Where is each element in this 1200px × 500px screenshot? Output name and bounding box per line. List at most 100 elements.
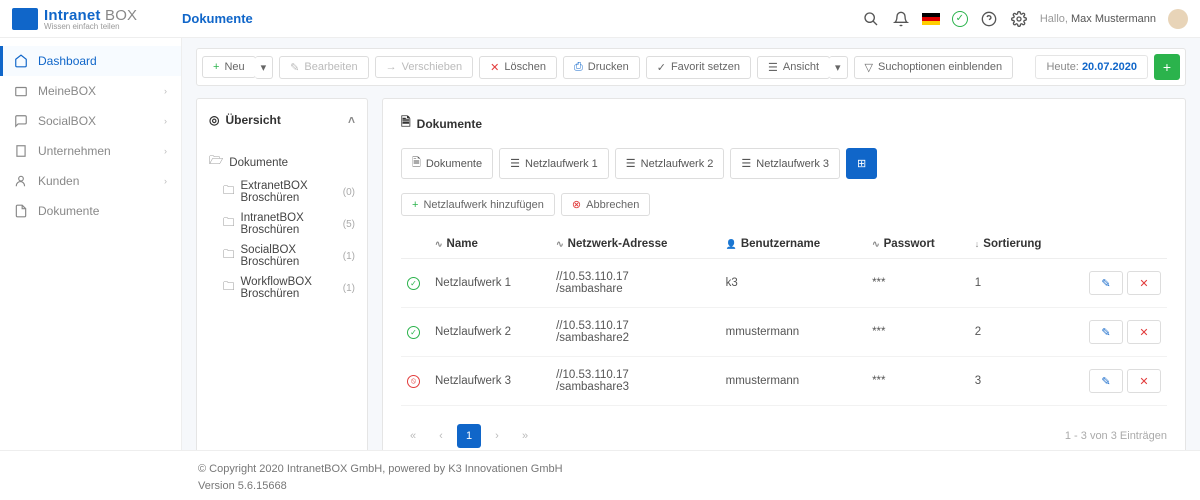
sidebar-item-unternehmen[interactable]: Unternehmen› — [0, 136, 181, 166]
sidebar-item-dashboard[interactable]: Dashboard — [0, 46, 181, 76]
sidebar-item-label: SocialBOX — [38, 114, 96, 128]
sort-icon: ∿ — [556, 239, 564, 249]
avatar[interactable] — [1168, 9, 1188, 29]
home-icon — [14, 54, 28, 68]
list-icon: ☰ — [741, 157, 751, 170]
folder-open-icon: 🗁 — [209, 153, 223, 172]
delete-row-button[interactable]: ✕ — [1127, 320, 1161, 344]
print-button[interactable]: ⎙Drucken — [563, 56, 640, 79]
plus-icon: + — [412, 199, 418, 211]
target-icon: ◎ — [209, 113, 219, 127]
search-icon[interactable] — [862, 10, 880, 28]
sidebar-item-socialbox[interactable]: SocialBOX › — [0, 106, 181, 136]
col-sort[interactable]: ↓Sortierung — [969, 230, 1077, 259]
folder-label: IntranetBOX Broschüren — [241, 212, 334, 236]
tab-netzlaufwerk-3[interactable]: ☰Netzlaufwerk 3 — [730, 148, 840, 179]
edit-button[interactable]: ✎Bearbeiten — [279, 56, 368, 79]
cancel-button[interactable]: ⊗Abbrechen — [561, 193, 650, 216]
pager-first[interactable]: « — [401, 424, 425, 448]
cell-password: *** — [866, 357, 969, 406]
list-icon: ☰ — [768, 61, 778, 74]
cell-user: k3 — [720, 259, 866, 308]
sidebar-item-meinebox[interactable]: MeineBOX› — [0, 76, 181, 106]
drives-table: ∿Name ∿Netzwerk-Adresse 👤Benutzername ∿P… — [401, 230, 1167, 406]
delete-row-button[interactable]: ✕ — [1127, 271, 1161, 295]
edit-row-button[interactable]: ✎ — [1089, 369, 1123, 393]
tree-panel: ◎ Übersicht ˄ 🗁 Dokumente 🗀 ExtranetBOX B… — [196, 98, 368, 450]
chevron-right-icon: › — [164, 176, 167, 186]
doc-header: 🗎 Dokumente — [401, 113, 1167, 134]
box-icon — [14, 84, 28, 98]
folder-icon: 🗀 — [223, 183, 235, 202]
add-widget-button[interactable]: + — [1154, 54, 1180, 80]
table-row: ⦸ Netzlaufwerk 3 //10.53.110.17 /sambash… — [401, 357, 1167, 406]
flag-de[interactable] — [922, 13, 940, 25]
date-pill: Heute: 20.07.2020 — [1035, 55, 1148, 79]
new-dropdown[interactable]: ▾ — [255, 56, 274, 79]
documents-panel: 🗎 Dokumente 🗎Dokumente☰Netzlaufwerk 1☰Ne… — [382, 98, 1186, 450]
logo-accent: BOX — [105, 7, 137, 24]
sidebar-item-label: Kunden — [38, 174, 79, 188]
cell-address: //10.53.110.17 /sambashare — [550, 259, 720, 308]
move-button[interactable]: →Verschieben — [375, 56, 474, 78]
folder-label: ExtranetBOX Broschüren — [241, 180, 334, 204]
tree-header[interactable]: ◎ Übersicht ˄ — [209, 113, 355, 139]
folder-count: (1) — [343, 283, 355, 294]
chevron-right-icon: › — [164, 116, 167, 126]
col-user[interactable]: 👤Benutzername — [720, 230, 866, 259]
tree-folder[interactable]: 🗀WorkflowBOX Broschüren(1) — [209, 272, 355, 304]
pager-prev[interactable]: ‹ — [429, 424, 453, 448]
tab-netzlaufwerk-2[interactable]: ☰Netzlaufwerk 2 — [615, 148, 725, 179]
search-options-button[interactable]: ▽Suchoptionen einblenden — [854, 56, 1014, 79]
x-icon: ✕ — [1139, 326, 1148, 339]
view-button[interactable]: ☰Ansicht — [757, 56, 830, 79]
col-address[interactable]: ∿Netzwerk-Adresse — [550, 230, 720, 259]
favorite-button[interactable]: ✓Favorit setzen — [646, 56, 751, 79]
pager-page-1[interactable]: 1 — [457, 424, 481, 448]
logo-icon — [12, 8, 38, 30]
pencil-square-icon: ✎ — [1101, 375, 1110, 388]
status-ok-icon[interactable]: ✓ — [952, 11, 968, 27]
version: Version 5.6.15668 — [198, 478, 1186, 495]
sidebar-item-dokumente[interactable]: Dokumente — [0, 196, 181, 226]
folder-label: WorkflowBOX Broschüren — [241, 276, 334, 300]
tree-folder[interactable]: 🗀SocialBOX Broschüren(1) — [209, 240, 355, 272]
document-icon: 🗎 — [401, 113, 411, 134]
new-button[interactable]: +Neu — [202, 56, 256, 78]
logo-main: Intranet — [44, 7, 101, 24]
footer: © Copyright 2020 IntranetBOX GmbH, power… — [0, 450, 1200, 500]
arrow-down-icon: ↓ — [975, 239, 980, 249]
table-row: ✓ Netzlaufwerk 1 //10.53.110.17 /sambash… — [401, 259, 1167, 308]
cell-name: Netzlaufwerk 2 — [429, 308, 550, 357]
delete-button[interactable]: ✕Löschen — [479, 56, 557, 79]
check-icon: ✓ — [657, 61, 666, 74]
add-drive-button[interactable]: +Netzlaufwerk hinzufügen — [401, 193, 555, 216]
bell-icon[interactable] — [892, 10, 910, 28]
delete-row-button[interactable]: ✕ — [1127, 369, 1161, 393]
logo[interactable]: Intranet BOX Wissen einfach teilen — [12, 7, 182, 31]
edit-row-button[interactable]: ✎ — [1089, 271, 1123, 295]
col-password[interactable]: ∿Passwort — [866, 230, 969, 259]
tab-netzlaufwerk-1[interactable]: ☰Netzlaufwerk 1 — [499, 148, 609, 179]
tab-grid-view[interactable]: ⊞ — [846, 148, 877, 179]
sort-icon: ∿ — [872, 239, 880, 249]
tree-folder[interactable]: 🗀IntranetBOX Broschüren(5) — [209, 208, 355, 240]
user-name: Max Mustermann — [1071, 13, 1156, 25]
tree-folder[interactable]: 🗀ExtranetBOX Broschüren(0) — [209, 176, 355, 208]
cell-address: //10.53.110.17 /sambashare3 — [550, 357, 720, 406]
tree-root[interactable]: 🗁 Dokumente — [209, 149, 355, 176]
doc-icon: 🗎 — [412, 154, 421, 173]
pager-next[interactable]: › — [485, 424, 509, 448]
edit-row-button[interactable]: ✎ — [1089, 320, 1123, 344]
cell-name: Netzlaufwerk 3 — [429, 357, 550, 406]
cell-sort: 2 — [969, 308, 1077, 357]
sidebar-item-label: Unternehmen — [38, 144, 111, 158]
gear-icon[interactable] — [1010, 10, 1028, 28]
help-icon[interactable] — [980, 10, 998, 28]
view-dropdown[interactable]: ▾ — [829, 56, 848, 79]
col-name[interactable]: ∿Name — [429, 230, 550, 259]
x-icon: ✕ — [1139, 375, 1148, 388]
sidebar-item-kunden[interactable]: Kunden › — [0, 166, 181, 196]
tab-dokumente[interactable]: 🗎Dokumente — [401, 148, 493, 179]
pager-last[interactable]: » — [513, 424, 537, 448]
